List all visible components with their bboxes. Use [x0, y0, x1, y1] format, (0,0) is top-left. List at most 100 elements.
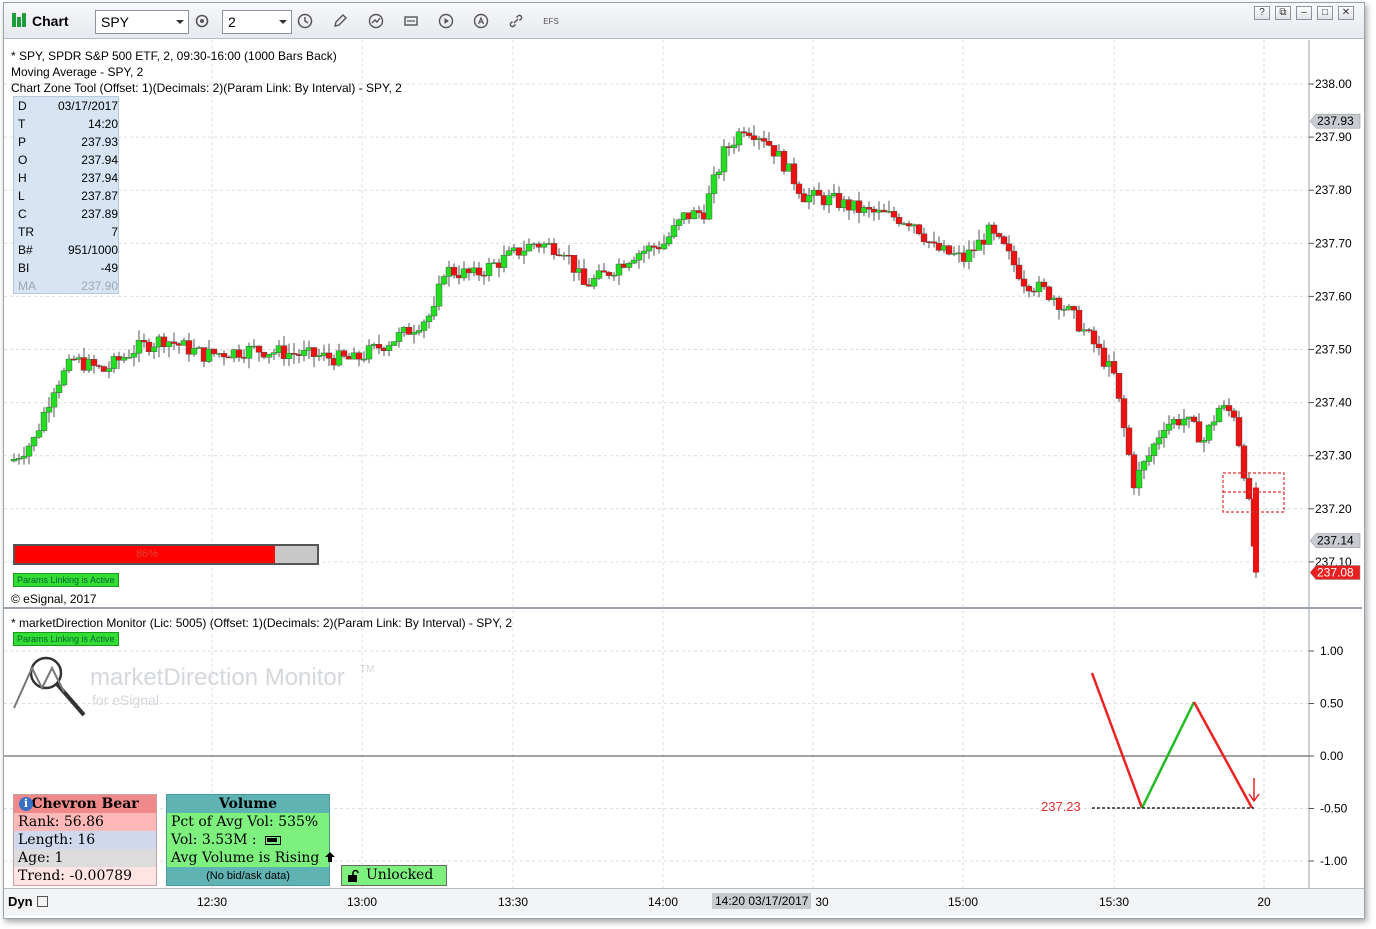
gear-icon[interactable] — [194, 13, 210, 29]
bear-rank: Rank: 56.86 — [14, 813, 156, 831]
candle-up — [415, 330, 423, 333]
price-header-line1: * SPY, SPDR S&P 500 ETF, 2, 09:30-16:00 … — [11, 49, 337, 63]
minimize-button[interactable]: – — [1296, 6, 1312, 20]
progress-bar: 86% — [13, 544, 319, 565]
price-tick-label: 237.20 — [1315, 502, 1352, 516]
restore-button[interactable]: ⧉ — [1275, 6, 1291, 20]
price-header-line2: Moving Average - SPY, 2 — [11, 65, 144, 79]
data-window-row: P 237.93 — [14, 133, 120, 151]
time-label: 15:00 — [947, 895, 979, 909]
dyn-toggle-icon[interactable] — [37, 896, 49, 907]
price-axis: 238.00 237.90 237.80 237.70 237.60 237.50 237.… — [1309, 77, 1352, 569]
unlock-icon — [348, 870, 359, 882]
time-axis[interactable]: Dyn 12:30 13:00 13:30 14:00 30 15:00 15:… — [4, 888, 1364, 916]
candle-down — [915, 224, 923, 235]
chart-canvas[interactable]: 238.00 237.90 237.80 237.70 237.60 237.50 237.… — [4, 40, 1364, 920]
quote-icon[interactable] — [403, 13, 419, 29]
candle-up — [500, 254, 508, 268]
link-icon[interactable] — [508, 13, 524, 29]
md-tick-label: -1.00 — [1320, 854, 1348, 868]
price-flag-label: 237.93 — [1317, 114, 1354, 128]
candle-down — [1075, 309, 1083, 332]
candle-up — [105, 368, 113, 372]
data-window-value: 237.93 — [81, 135, 118, 149]
md-tick-label: -0.50 — [1320, 802, 1348, 816]
candle-down — [930, 241, 938, 244]
candle-up — [435, 283, 443, 307]
interval-input[interactable]: 2 — [222, 10, 292, 34]
data-window-key: T — [18, 117, 26, 131]
unlocked-button[interactable]: Unlocked — [341, 865, 447, 886]
price-flag-label: 237.08 — [1317, 566, 1354, 580]
data-window-row: T 14:20 — [14, 115, 120, 133]
data-window-value: 951/1000 — [67, 243, 118, 257]
md-tick-label: 0.00 — [1320, 749, 1344, 763]
chart-area[interactable]: 238.00 237.90 237.80 237.70 237.60 237.50 237.… — [4, 40, 1364, 920]
candle-down — [865, 207, 873, 210]
symbol-input[interactable]: SPY — [95, 10, 189, 34]
candle-down — [1190, 416, 1198, 422]
play-icon[interactable] — [438, 13, 454, 29]
candle-down — [1000, 236, 1008, 245]
candle-up — [485, 263, 493, 277]
alert-icon[interactable] — [473, 13, 489, 29]
md-line-down-2 — [1192, 701, 1254, 809]
candle-down — [1235, 417, 1243, 447]
md-line-up — [1140, 701, 1196, 809]
candle-down — [450, 266, 458, 276]
time-label: 15:30 — [1098, 895, 1130, 909]
candle-up — [430, 305, 438, 317]
cursor-time-label: 14:20 03/17/2017 — [712, 893, 812, 909]
dyn-text: Dyn — [8, 894, 33, 909]
md-direction-lines — [1090, 672, 1260, 809]
candle-up — [1160, 430, 1168, 438]
candle-up — [625, 262, 633, 268]
data-window-key: D — [18, 99, 27, 113]
study-icon[interactable] — [368, 13, 384, 29]
bear-trend: Trend: -0.00789 — [14, 867, 156, 885]
candle-down — [600, 270, 608, 273]
price-tick-label: 237.60 — [1315, 289, 1352, 303]
candle-up — [55, 384, 63, 393]
candle-up — [1140, 461, 1148, 471]
clock-icon[interactable] — [297, 13, 313, 29]
candle-up — [65, 358, 73, 371]
data-window-row: MA 237.90 — [14, 277, 120, 295]
interval-dropdown-icon[interactable] — [279, 20, 287, 24]
symbol-dropdown-icon[interactable] — [176, 20, 184, 24]
candle-down — [1253, 487, 1259, 573]
candle-up — [270, 352, 278, 355]
volume-avg: Avg Volume is Rising — [171, 850, 320, 866]
data-window-value: 237.87 — [81, 189, 118, 203]
efs-icon[interactable]: EFS — [540, 13, 562, 29]
dyn-label[interactable]: Dyn — [8, 894, 49, 909]
candle-up — [420, 321, 428, 331]
candle-up — [35, 430, 43, 438]
data-window: D 03/17/2017 T 14:20 P 237.93 O 237.94 H 237.94 L 2… — [13, 96, 119, 294]
candle-up — [665, 236, 673, 245]
candle-up — [590, 278, 598, 287]
symbol-value: SPY — [101, 14, 130, 30]
candle-down — [1125, 427, 1133, 455]
candle-down — [1010, 250, 1018, 266]
candle-up — [715, 171, 723, 176]
candle-up — [25, 445, 33, 457]
candle-up — [1145, 455, 1153, 462]
pencil-icon[interactable] — [332, 13, 348, 29]
candle-up — [525, 243, 533, 252]
candle-down — [790, 163, 798, 185]
time-label: 14:00 — [647, 895, 679, 909]
info-icon[interactable]: i — [19, 797, 33, 811]
close-button[interactable]: ✕ — [1338, 6, 1354, 20]
bear-length: Length: 16 — [14, 831, 156, 849]
candle-up — [245, 346, 253, 359]
data-window-key: TR — [18, 225, 34, 239]
candle-up — [720, 146, 728, 173]
pane-divider[interactable] — [4, 607, 1362, 609]
candle-down — [990, 224, 998, 234]
chart-app-icon — [12, 13, 26, 27]
maximize-button[interactable]: □ — [1317, 6, 1333, 20]
candle-down — [945, 245, 953, 255]
help-button[interactable]: ? — [1254, 6, 1270, 20]
candle-up — [1205, 424, 1213, 441]
